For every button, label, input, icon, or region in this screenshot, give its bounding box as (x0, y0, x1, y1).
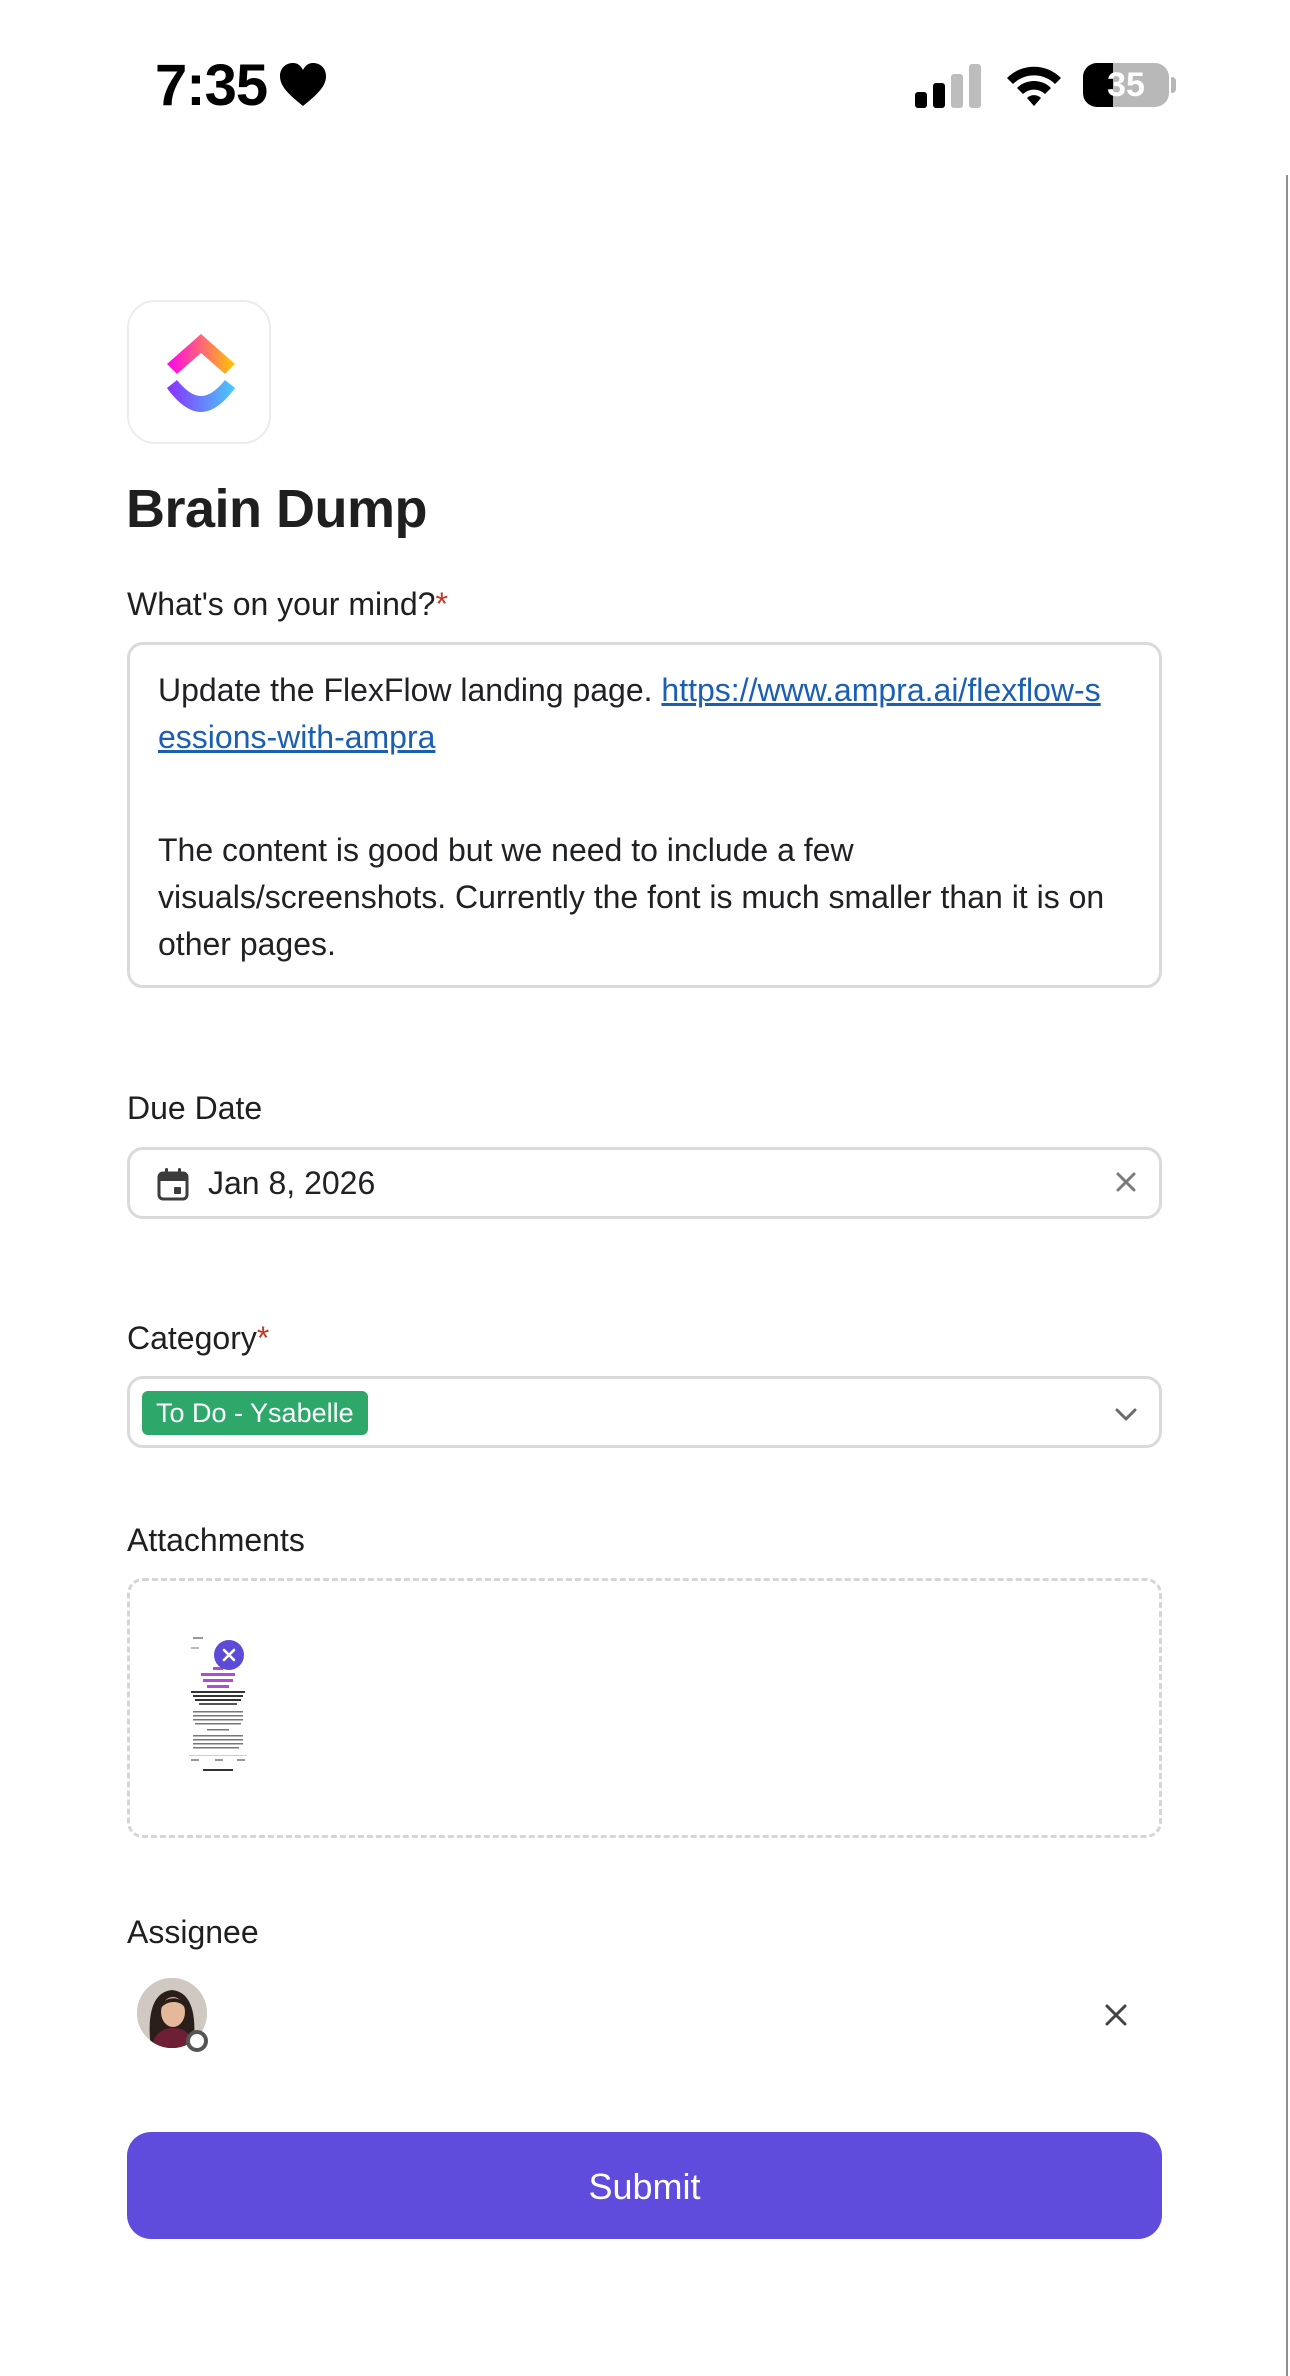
submit-button[interactable]: Submit (127, 2132, 1162, 2239)
status-time: 7:35 (155, 53, 268, 118)
assignee-label: Assignee (127, 1914, 259, 1950)
clickup-logo-icon (167, 334, 235, 412)
category-label: Category* (127, 1320, 270, 1356)
clear-icon[interactable] (1115, 1171, 1137, 1193)
required-mark: * (256, 1320, 270, 1356)
clear-icon[interactable] (1103, 2002, 1129, 2028)
attachments-dropzone[interactable] (127, 1578, 1162, 1838)
due-date-label: Due Date (127, 1090, 263, 1126)
mind-paragraph: The content is good but we need to inclu… (158, 832, 1105, 962)
status-bar: 7:35 35 (0, 0, 1290, 170)
wifi-icon (1007, 66, 1061, 106)
due-date-input[interactable]: Jan 8, 2026 (127, 1147, 1162, 1219)
form-logo (127, 300, 271, 444)
battery-percent: 35 (1107, 66, 1145, 104)
calendar-icon (157, 1168, 189, 1201)
required-mark: * (435, 586, 448, 622)
battery-icon: 35 (1083, 63, 1176, 107)
heart-icon (280, 63, 326, 106)
chevron-down-icon[interactable] (1113, 1401, 1139, 1427)
due-date-value: Jan 8, 2026 (208, 1165, 376, 1201)
mind-label: What's on your mind?* (127, 586, 448, 622)
scrollbar[interactable] (1286, 175, 1288, 2376)
attachments-label: Attachments (127, 1522, 305, 1558)
category-tag: To Do - Ysabelle (142, 1391, 368, 1435)
status-indicator (186, 2030, 208, 2052)
form-title: Brain Dump (126, 479, 428, 539)
remove-attachment-icon[interactable] (214, 1640, 244, 1670)
mind-text: Update the FlexFlow landing page. (158, 672, 662, 708)
category-select[interactable]: To Do - Ysabelle (127, 1376, 1162, 1448)
mind-textarea[interactable]: Update the FlexFlow landing page. https:… (127, 642, 1162, 988)
cellular-signal-icon (915, 64, 981, 108)
